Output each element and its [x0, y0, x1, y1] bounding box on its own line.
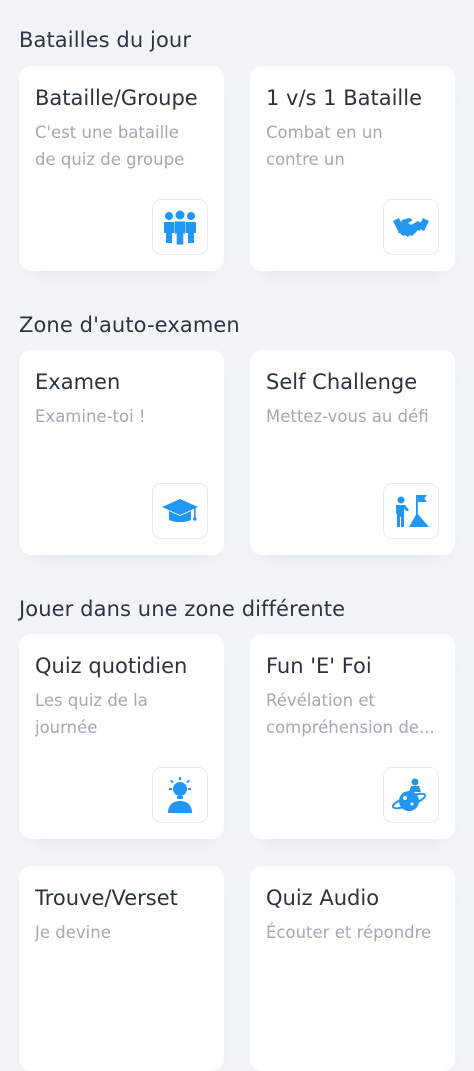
card-title: Fun 'E' Foi	[266, 654, 372, 678]
card-title: Bataille/Groupe	[35, 86, 198, 110]
card-find-verse[interactable]: Trouve/Verset Je devine	[19, 866, 224, 1071]
card-title: Trouve/Verset	[35, 886, 178, 910]
card-title: Examen	[35, 370, 121, 394]
graduation-cap-icon	[152, 483, 208, 539]
card-subtitle: Révélation et compréhension de...	[266, 691, 435, 737]
card-title: 1 v/s 1 Bataille	[266, 86, 422, 110]
card-subtitle: Mettez-vous au défi	[266, 407, 429, 426]
card-subtitle: Examine-toi !	[35, 407, 146, 426]
section-title-daily-battles: Batailles du jour	[19, 28, 192, 52]
card-audio-quiz[interactable]: Quiz Audio Écouter et répondre	[250, 866, 455, 1071]
summit-flag-icon	[383, 483, 439, 539]
card-self-challenge[interactable]: Self Challenge Mettez-vous au défi	[250, 350, 455, 555]
section-title-other-zone: Jouer dans une zone différente	[19, 597, 346, 621]
card-title: Quiz Audio	[266, 886, 380, 910]
card-group-battle[interactable]: Bataille/Groupe C'est une bataille de qu…	[19, 66, 224, 271]
card-subtitle: Je devine	[35, 923, 111, 942]
group-people-icon	[152, 199, 208, 255]
card-daily-quiz[interactable]: Quiz quotidien Les quiz de la journée	[19, 634, 224, 839]
section-title-self-exam: Zone d'auto-examen	[19, 313, 240, 337]
card-title: Self Challenge	[266, 370, 418, 394]
card-subtitle: Écouter et répondre	[266, 923, 432, 942]
card-subtitle: Combat en un contre un	[266, 123, 383, 169]
handshake-icon	[383, 199, 439, 255]
card-exam[interactable]: Examen Examine-toi !	[19, 350, 224, 555]
idea-person-icon	[152, 767, 208, 823]
card-subtitle: C'est une bataille de quiz de groupe	[35, 123, 185, 169]
card-title: Quiz quotidien	[35, 654, 188, 678]
card-1v1-battle[interactable]: 1 v/s 1 Bataille Combat en un contre un	[250, 66, 455, 271]
card-subtitle: Les quiz de la journée	[35, 691, 148, 737]
card-fun-e-foi[interactable]: Fun 'E' Foi Révélation et compréhension …	[250, 634, 455, 839]
planet-astronaut-icon	[383, 767, 439, 823]
